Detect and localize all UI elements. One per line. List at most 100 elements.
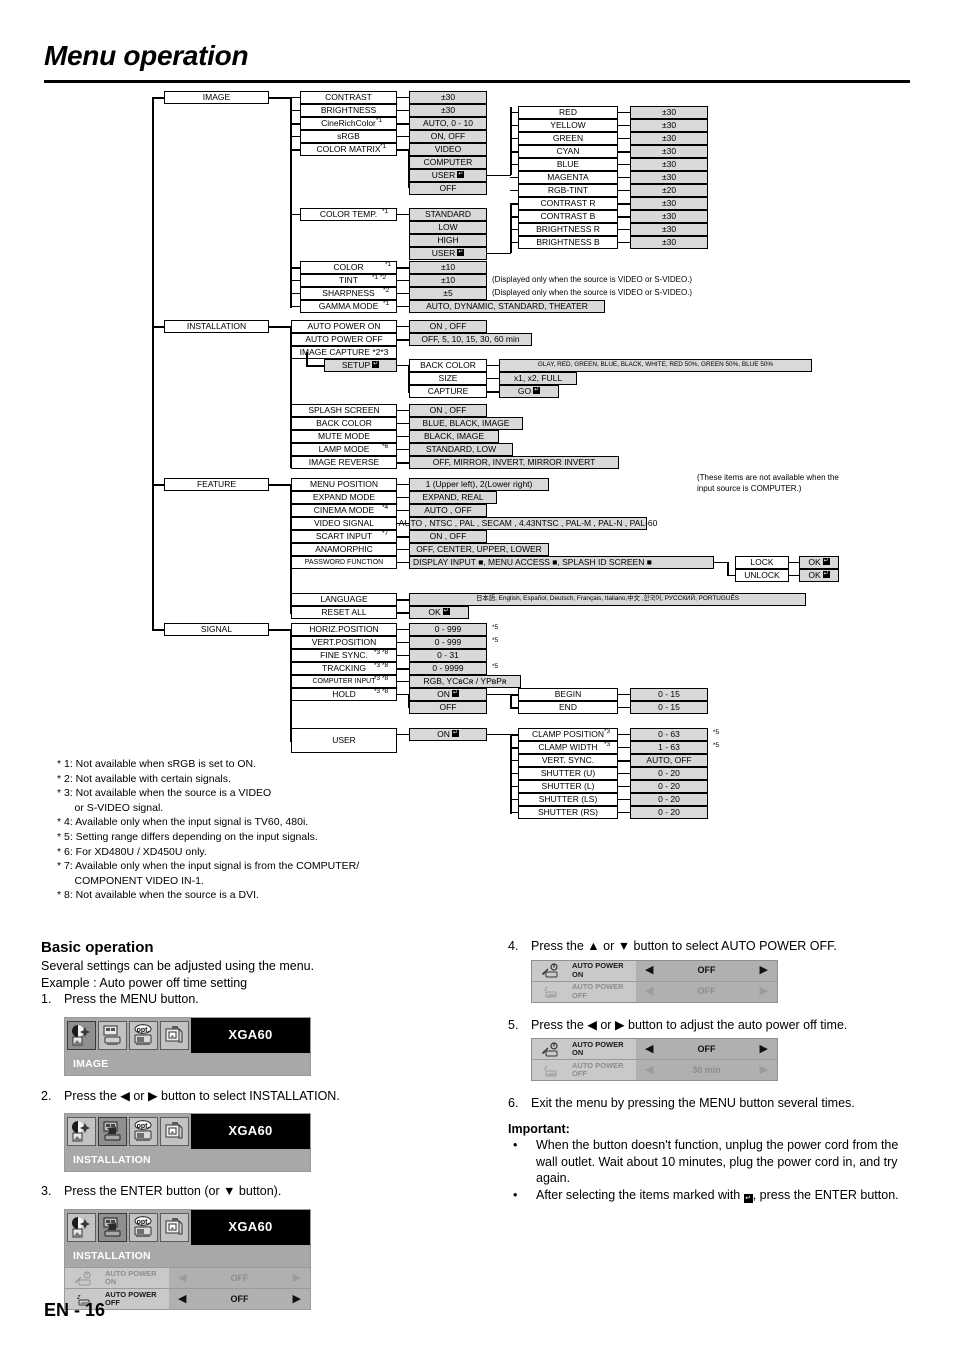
tree-item-anamorphic[interactable]: ANAMORPHIC: [291, 543, 397, 556]
tree-item-splash-screen[interactable]: SPLASH SCREEN: [291, 404, 397, 417]
osd-value-text: OFF: [697, 965, 716, 976]
osd-row-auto-power-off[interactable]: z AUTO POWER OFF ◀ 30 min ▶: [532, 1059, 777, 1080]
tree-item-shutter-l[interactable]: SHUTTER (L): [518, 780, 618, 793]
tree-item-red[interactable]: RED: [518, 106, 618, 119]
tree-item-vert-position[interactable]: VERT.POSITION: [291, 636, 397, 649]
signal-menu-icon[interactable]: [160, 1020, 189, 1050]
tree-item-yellow[interactable]: YELLOW: [518, 119, 618, 132]
tree-item-contrast-r[interactable]: CONTRAST R: [518, 197, 618, 210]
auto-power-off-icon: z: [532, 1060, 570, 1080]
signal-menu-icon[interactable]: [160, 1116, 189, 1146]
tree-item-shutter-ls[interactable]: SHUTTER (LS): [518, 793, 618, 806]
tree-item-language[interactable]: LANGUAGE: [291, 593, 397, 606]
osd-row-value[interactable]: ◀ OFF ▶: [636, 1039, 777, 1059]
tree-item-auto-power-off[interactable]: AUTO POWER OFF: [291, 333, 397, 346]
right-arrow-icon[interactable]: ▶: [760, 983, 768, 1000]
tree-value-contrast-b: ±30: [630, 210, 708, 223]
osd-row-auto-power-off[interactable]: z AUTO POWER OFF ◀ OFF ▶: [532, 980, 777, 1002]
tree-item-setup-capture[interactable]: CAPTURE: [409, 385, 487, 398]
tree-item-brightness[interactable]: BRIGHTNESS: [300, 104, 397, 117]
tree-value-brightness-r: ±30: [630, 223, 708, 236]
tree-item-srgb[interactable]: sRGB: [300, 130, 397, 143]
image-menu-icon[interactable]: [67, 1116, 96, 1146]
tree-item-clamp-width[interactable]: CLAMP WIDTH: [518, 741, 618, 754]
tree-item-brightness-b[interactable]: BRIGHTNESS B: [518, 236, 618, 249]
feature-menu-icon[interactable]: opt.: [129, 1020, 158, 1050]
tree-item-rgb-tint[interactable]: RGB-TINT: [518, 184, 618, 197]
tree-value-image-reverse: OFF, MIRROR, INVERT, MIRROR INVERT: [409, 456, 619, 469]
tree-item-horiz-position[interactable]: HORIZ.POSITION: [291, 623, 397, 636]
installation-menu-icon[interactable]: [98, 1020, 127, 1050]
installation-menu-icon[interactable]: [98, 1116, 127, 1146]
tree-item-video-signal[interactable]: VIDEO SIGNAL: [291, 517, 397, 530]
tree-item-contrast-b[interactable]: CONTRAST B: [518, 210, 618, 223]
left-arrow-icon[interactable]: ◀: [645, 1041, 653, 1058]
osd-row-value[interactable]: ◀ OFF ▶: [169, 1289, 310, 1309]
signal-menu-icon[interactable]: [160, 1212, 189, 1242]
menu-image[interactable]: IMAGE: [164, 91, 269, 104]
tree-item-color[interactable]: COLOR: [300, 261, 397, 274]
tree-item-setup-size[interactable]: SIZE: [409, 372, 487, 385]
tree-item-cyan[interactable]: CYAN: [518, 145, 618, 158]
installation-menu-icon[interactable]: [98, 1212, 127, 1242]
tree-item-auto-power-on[interactable]: AUTO POWER ON: [291, 320, 397, 333]
tree-item-end[interactable]: END: [518, 701, 618, 714]
tree-item-begin[interactable]: BEGIN: [518, 688, 618, 701]
tree-item-menu-position[interactable]: MENU POSITION: [291, 478, 397, 491]
osd-row-value[interactable]: ◀ 30 min ▶: [636, 1060, 777, 1080]
left-arrow-icon[interactable]: ◀: [178, 1291, 186, 1308]
tree-value-matrix-computer: COMPUTER: [409, 156, 487, 169]
tree-item-expand-mode[interactable]: EXPAND MODE: [291, 491, 397, 504]
tree-item-blue[interactable]: BLUE: [518, 158, 618, 171]
right-arrow-icon[interactable]: ▶: [293, 1291, 301, 1308]
tree-item-unlock[interactable]: UNLOCK: [735, 569, 789, 582]
osd-row-value[interactable]: ◀ OFF ▶: [636, 960, 777, 981]
tree-item-back-color[interactable]: BACK COLOR: [291, 417, 397, 430]
feature-menu-icon[interactable]: opt.: [129, 1116, 158, 1146]
left-arrow-icon[interactable]: ◀: [645, 1062, 653, 1079]
tree-item-brightness-r[interactable]: BRIGHTNESS R: [518, 223, 618, 236]
menu-feature[interactable]: FEATURE: [164, 478, 269, 491]
tree-item-lock[interactable]: LOCK: [735, 556, 789, 569]
tree-item-reset-all[interactable]: RESET ALL: [291, 606, 397, 619]
tree-item-contrast[interactable]: CONTRAST: [300, 91, 397, 104]
osd-row-auto-power-on[interactable]: AUTO POWER ON ◀ OFF ▶: [65, 1267, 310, 1288]
tree-item-shutter-rs[interactable]: SHUTTER (RS): [518, 806, 618, 819]
osd-screenshot-installation-rows: opt. XGA60 INSTALLATION AUTO POWER ON ◀ …: [64, 1208, 311, 1310]
osd-row-value[interactable]: ◀ OFF ▶: [169, 1268, 310, 1288]
tree-item-setup-back-color[interactable]: BACK COLOR: [409, 359, 487, 372]
menu-installation[interactable]: INSTALLATION: [164, 320, 269, 333]
osd-row-auto-power-on[interactable]: AUTO POWER ON ◀ OFF ▶: [532, 960, 777, 981]
tree-item-cinerichcolor[interactable]: CineRichColor: [300, 117, 397, 130]
osd-row-value[interactable]: ◀ OFF ▶: [636, 981, 777, 1002]
right-arrow-icon[interactable]: ▶: [760, 1041, 768, 1058]
tree-item-password-function[interactable]: PASSWORD FUNCTION: [291, 556, 397, 569]
tree-item-vert-sync[interactable]: VERT. SYNC.: [518, 754, 618, 767]
tree-item-image-reverse[interactable]: IMAGE REVERSE: [291, 456, 397, 469]
osd-row-auto-power-on[interactable]: AUTO POWER ON ◀ OFF ▶: [532, 1039, 777, 1059]
right-arrow-icon[interactable]: ▶: [760, 1062, 768, 1079]
image-menu-icon[interactable]: [67, 1212, 96, 1242]
tree-item-setup[interactable]: SETUP: [324, 359, 397, 372]
right-arrow-icon[interactable]: ▶: [760, 962, 768, 979]
tree-value-color: ±10: [409, 261, 487, 274]
tree-item-green[interactable]: GREEN: [518, 132, 618, 145]
image-menu-icon[interactable]: [67, 1020, 96, 1050]
feature-menu-icon[interactable]: opt.: [129, 1212, 158, 1242]
connector: [397, 110, 409, 111]
tree-item-user[interactable]: USER: [291, 728, 397, 753]
tree-item-mute-mode[interactable]: MUTE MODE: [291, 430, 397, 443]
connector: [510, 164, 518, 165]
right-arrow-icon[interactable]: ▶: [293, 1270, 301, 1287]
tree-value-lamp-mode: STANDARD, LOW: [409, 443, 513, 456]
tree-item-clamp-position[interactable]: CLAMP POSITION: [518, 728, 618, 741]
menu-signal[interactable]: SIGNAL: [164, 623, 269, 636]
left-arrow-icon[interactable]: ◀: [645, 962, 653, 979]
left-arrow-icon[interactable]: ◀: [645, 983, 653, 1000]
tree-value-scart-input: ON , OFF: [409, 530, 487, 543]
tree-item-magenta[interactable]: MAGENTA: [518, 171, 618, 184]
left-arrow-icon[interactable]: ◀: [178, 1270, 186, 1287]
step-5: 5. Press the ◀ or ▶ button to adjust the…: [508, 1017, 908, 1034]
root-spine: [152, 97, 154, 631]
tree-item-shutter-u[interactable]: SHUTTER (U): [518, 767, 618, 780]
